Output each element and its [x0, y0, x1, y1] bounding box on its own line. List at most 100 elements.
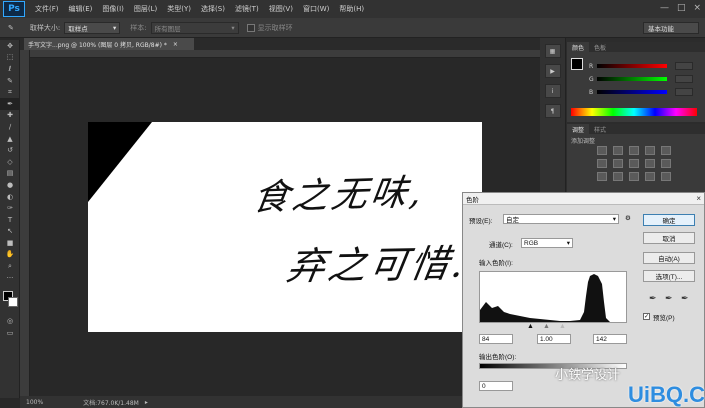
input-gamma-field[interactable]: 1.00	[537, 334, 571, 344]
black-eyedropper-icon[interactable]: ✒	[649, 293, 657, 303]
sample-select[interactable]: 所有图层 ▾	[150, 21, 239, 34]
brush-tool-icon[interactable]: ∕	[0, 121, 20, 133]
menu-layer[interactable]: 图层(L)	[134, 4, 157, 14]
levels-icon[interactable]	[613, 146, 623, 155]
red-value-field[interactable]	[675, 62, 693, 70]
pen-tool-icon[interactable]: ✑	[0, 202, 20, 214]
status-arrow-icon[interactable]: ▸	[145, 399, 148, 406]
hue-saturation-icon[interactable]	[597, 159, 607, 168]
menu-help[interactable]: 帮助(H)	[339, 4, 364, 14]
brightness-icon[interactable]	[597, 146, 607, 155]
eyedropper-tool-icon[interactable]: ✒	[0, 97, 20, 110]
hand-tool-icon[interactable]: ✋	[0, 249, 20, 261]
move-tool-icon[interactable]: ✥	[0, 40, 20, 52]
selective-color-icon[interactable]	[661, 172, 671, 181]
document-info[interactable]: 文档:767.0K/1.48M	[83, 398, 139, 407]
exposure-icon[interactable]	[645, 146, 655, 155]
menu-type[interactable]: 类型(Y)	[167, 4, 191, 14]
preview-checkbox[interactable]: ✓	[643, 313, 650, 320]
menu-file[interactable]: 文件(F)	[35, 4, 59, 14]
posterize-icon[interactable]	[613, 172, 623, 181]
menu-window[interactable]: 窗口(W)	[303, 4, 329, 14]
curves-icon[interactable]	[629, 146, 639, 155]
input-black-slider[interactable]: ▲	[527, 323, 534, 330]
background-color[interactable]	[8, 297, 18, 308]
channel-mixer-icon[interactable]	[661, 159, 671, 168]
menu-edit[interactable]: 编辑(E)	[69, 4, 93, 14]
red-slider[interactable]	[597, 64, 667, 68]
input-white-field[interactable]: 142	[593, 334, 627, 344]
input-gamma-slider[interactable]: ▲	[543, 323, 550, 330]
tab-adjustments[interactable]: 调整	[567, 124, 590, 134]
blur-tool-icon[interactable]: ●	[0, 179, 20, 191]
gradient-tool-icon[interactable]: ▤	[0, 168, 20, 180]
channel-select[interactable]: RGB ▾	[521, 238, 573, 248]
color-spectrum[interactable]	[571, 108, 697, 116]
actions-panel-icon[interactable]: ▶	[544, 64, 561, 78]
stamp-tool-icon[interactable]: ▲	[0, 133, 20, 145]
color-swatches[interactable]	[0, 289, 20, 315]
tab-color[interactable]: 颜色	[567, 42, 590, 52]
threshold-icon[interactable]	[629, 172, 639, 181]
preset-options-icon[interactable]: ⚙	[625, 214, 631, 222]
input-black-field[interactable]: 84	[479, 334, 513, 344]
show-ring-checkbox[interactable]	[246, 23, 255, 32]
close-icon[interactable]: ×	[693, 3, 701, 13]
minimize-icon[interactable]: —	[660, 3, 669, 13]
cancel-button[interactable]: 取消	[643, 232, 695, 244]
tab-swatches[interactable]: 色板	[589, 42, 611, 52]
document-tab[interactable]: 手写文字...png @ 100% (图层 0 拷贝, RGB/8#) * ×	[24, 38, 194, 50]
quick-mask-icon[interactable]: ◎	[0, 315, 20, 327]
type-tool-icon[interactable]: T	[0, 214, 20, 226]
close-icon[interactable]: ×	[173, 41, 178, 48]
crop-tool-icon[interactable]: ⌗	[0, 86, 20, 98]
info-panel-icon[interactable]: i	[544, 84, 561, 98]
sample-size-value: 取样点	[68, 24, 88, 33]
lasso-tool-icon[interactable]: ℓ	[0, 63, 20, 75]
menu-select[interactable]: 选择(S)	[201, 4, 225, 14]
color-balance-icon[interactable]	[613, 159, 623, 168]
foreground-swatch[interactable]	[571, 58, 583, 70]
gradient-map-icon[interactable]	[645, 172, 655, 181]
marquee-tool-icon[interactable]: ⬚	[0, 52, 20, 64]
vibrance-icon[interactable]	[661, 146, 671, 155]
blue-value-field[interactable]	[675, 88, 693, 96]
quick-select-tool-icon[interactable]: ✎	[0, 75, 20, 87]
path-select-icon[interactable]: ↖	[0, 226, 20, 238]
history-panel-icon[interactable]: ▦	[544, 44, 561, 58]
zoom-tool-icon[interactable]: ⌕	[0, 260, 20, 272]
screen-mode-icon[interactable]: ▭	[0, 327, 20, 339]
menu-filter[interactable]: 滤镜(T)	[235, 4, 259, 14]
black-white-icon[interactable]	[629, 159, 639, 168]
menu-image[interactable]: 图像(I)	[102, 4, 124, 14]
photo-filter-icon[interactable]	[645, 159, 655, 168]
ok-button[interactable]: 确定	[643, 214, 695, 226]
input-white-slider[interactable]: ▲	[559, 323, 566, 330]
output-black-field[interactable]: 0	[479, 381, 513, 391]
gray-eyedropper-icon[interactable]: ✒	[665, 293, 673, 303]
shape-tool-icon[interactable]: ■	[0, 237, 20, 249]
green-value-field[interactable]	[675, 75, 693, 83]
history-brush-icon[interactable]: ↺	[0, 144, 20, 156]
dodge-tool-icon[interactable]: ◐	[0, 191, 20, 203]
invert-icon[interactable]	[597, 172, 607, 181]
menu-view[interactable]: 视图(V)	[269, 4, 293, 14]
preset-select[interactable]: 自定 ▾	[503, 214, 619, 224]
blue-slider[interactable]	[597, 90, 667, 94]
eraser-tool-icon[interactable]: ◇	[0, 156, 20, 168]
tab-styles[interactable]: 样式	[589, 124, 611, 134]
close-icon[interactable]: ×	[696, 194, 701, 203]
white-eyedropper-icon[interactable]: ✒	[681, 293, 689, 303]
auto-button[interactable]: 自动(A)	[643, 252, 695, 264]
options-button[interactable]: 选项(T)...	[643, 270, 695, 282]
zoom-level[interactable]: 100%	[26, 399, 43, 406]
workspace-select[interactable]: 基本功能	[643, 22, 699, 34]
maximize-icon[interactable]: □	[677, 3, 686, 13]
more-tools-icon[interactable]: ···	[0, 272, 20, 284]
eyedropper-icon[interactable]: ✎	[8, 24, 14, 32]
healing-tool-icon[interactable]: ✚	[0, 110, 20, 122]
green-slider[interactable]	[597, 77, 667, 81]
paragraph-panel-icon[interactable]: ¶	[544, 104, 561, 118]
document-image[interactable]: 食之无味, 弃之可惜.	[88, 122, 482, 332]
sample-size-select[interactable]: 取样点 ▾	[64, 21, 121, 34]
